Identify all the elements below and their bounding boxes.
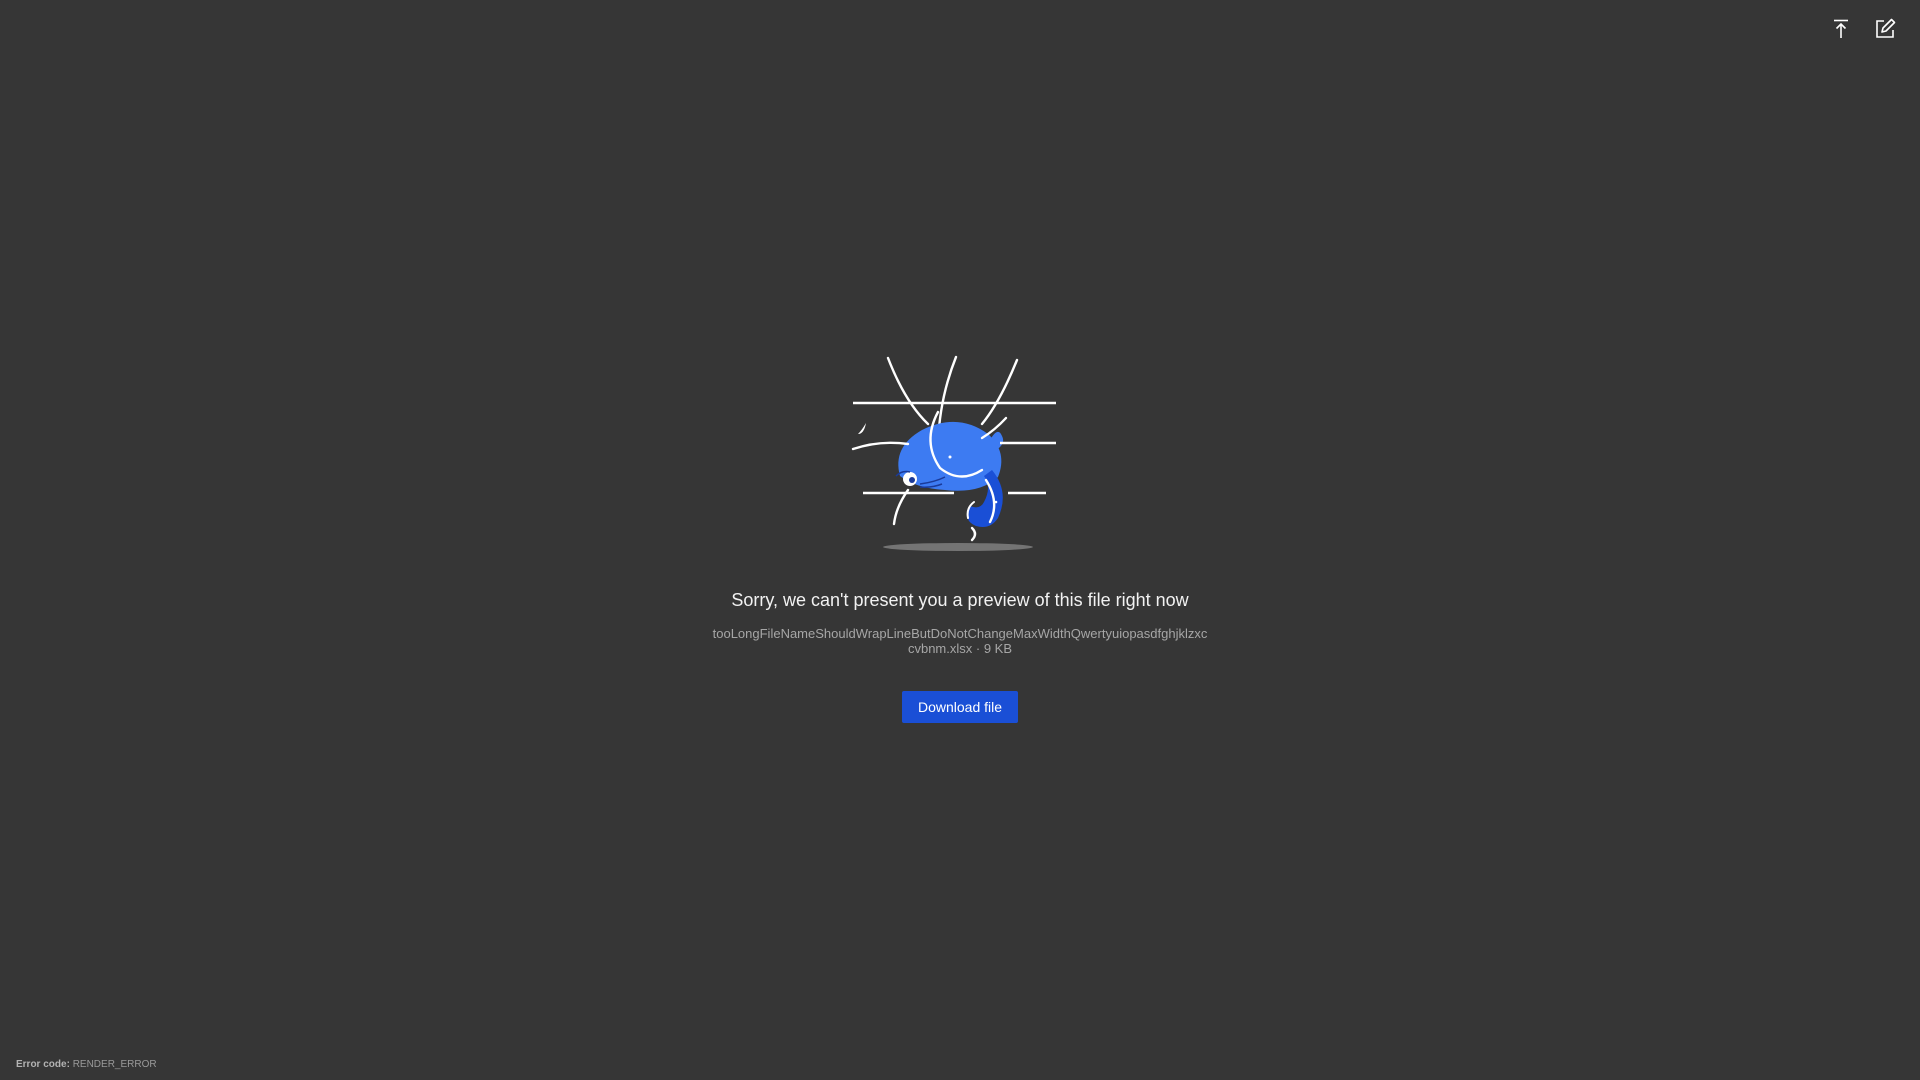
file-size: 9 KB	[983, 641, 1013, 656]
trapped-creature-illustration	[850, 352, 1070, 556]
top-toolbar	[1826, 14, 1900, 44]
preview-error-panel: Sorry, we can't present you a preview of…	[0, 352, 1920, 723]
download-file-button[interactable]: Download file	[901, 691, 1019, 723]
arrow-up-to-line-icon	[1832, 19, 1850, 39]
preview-error-message: Sorry, we can't present you a preview of…	[731, 590, 1189, 610]
file-name: tooLongFileNameShouldWrapLineButDoNotCha…	[712, 626, 1208, 656]
pencil-square-icon	[1874, 18, 1896, 40]
preview-viewport: Sorry, we can't present you a preview of…	[0, 0, 1920, 1080]
error-code-label: Error code:	[16, 1059, 70, 1070]
upload-button[interactable]	[1826, 14, 1856, 44]
error-code: Error code: RENDER_ERROR	[16, 1059, 157, 1070]
file-info-separator: ·	[972, 641, 984, 656]
error-code-value: RENDER_ERROR	[72, 1059, 157, 1070]
file-info: tooLongFileNameShouldWrapLineButDoNotCha…	[710, 626, 1210, 656]
edit-button[interactable]	[1870, 14, 1900, 44]
